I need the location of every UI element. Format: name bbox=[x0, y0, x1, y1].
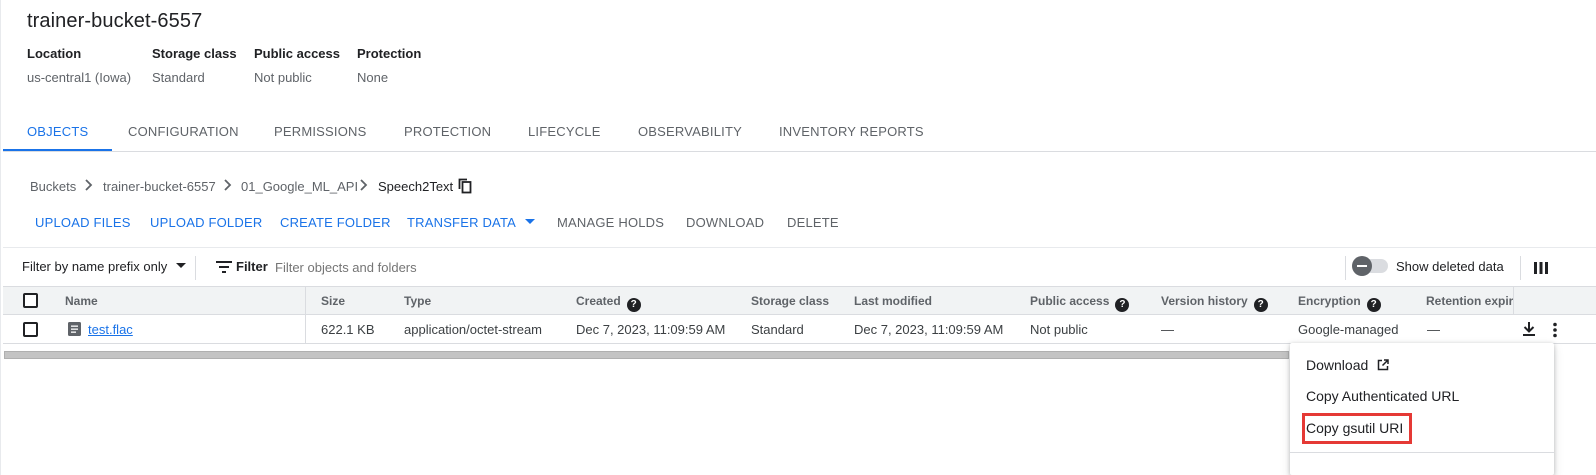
column-storage-class[interactable]: Storage class bbox=[751, 294, 829, 308]
file-created: Dec 7, 2023, 11:09:59 AM bbox=[576, 322, 726, 337]
column-public-access-label: Public access bbox=[1030, 294, 1110, 308]
divider bbox=[195, 256, 196, 280]
column-size[interactable]: Size bbox=[321, 294, 345, 308]
breadcrumb-buckets[interactable]: Buckets bbox=[30, 179, 76, 194]
table-row: test.flac 622.1 KB application/octet-str… bbox=[3, 315, 1596, 344]
left-edge bbox=[0, 0, 3, 475]
help-icon[interactable]: ? bbox=[1253, 298, 1268, 312]
manage-holds-button[interactable]: MANAGE HOLDS bbox=[557, 215, 664, 230]
tab-inventory-reports[interactable]: INVENTORY REPORTS bbox=[779, 116, 924, 151]
copy-icon[interactable] bbox=[458, 178, 472, 194]
chevron-right-icon bbox=[224, 179, 232, 191]
public-access-value: Not public bbox=[254, 70, 312, 85]
menu-item-download[interactable]: Download bbox=[1306, 357, 1389, 373]
file-name-link[interactable]: test.flac bbox=[88, 322, 133, 337]
location-label: Location bbox=[27, 46, 82, 61]
column-created[interactable]: Created? bbox=[576, 294, 641, 312]
select-all-checkbox[interactable] bbox=[23, 293, 38, 308]
upload-folder-button[interactable]: UPLOAD FOLDER bbox=[150, 215, 262, 230]
more-vert-icon[interactable] bbox=[1552, 322, 1558, 338]
create-folder-button[interactable]: CREATE FOLDER bbox=[280, 215, 391, 230]
divider bbox=[1345, 256, 1346, 280]
help-icon[interactable]: ? bbox=[1115, 298, 1130, 312]
breadcrumb-bucket[interactable]: trainer-bucket-6557 bbox=[103, 179, 216, 194]
file-public-access: Not public bbox=[1030, 322, 1088, 337]
column-divider bbox=[305, 315, 306, 344]
column-created-label: Created bbox=[576, 294, 621, 308]
file-encryption: Google-managed bbox=[1298, 322, 1399, 337]
file-icon bbox=[68, 322, 81, 336]
prefix-filter-label: Filter by name prefix only bbox=[22, 259, 168, 274]
menu-item-copy-authenticated-url[interactable]: Copy Authenticated URL bbox=[1306, 388, 1459, 404]
horizontal-scrollbar[interactable] bbox=[4, 351, 1289, 359]
protection-value: None bbox=[357, 70, 389, 85]
table-header: Name Size Type Created? Storage class La… bbox=[3, 287, 1596, 315]
download-icon[interactable] bbox=[1522, 321, 1536, 337]
storage-class-value: Standard bbox=[152, 70, 205, 85]
row-context-menu: Download Copy Authenticated URL Copy gsu… bbox=[1290, 343, 1554, 475]
menu-item-copy-gsutil-uri[interactable]: Copy gsutil URI bbox=[1306, 420, 1403, 436]
chevron-right-icon bbox=[85, 179, 93, 191]
filter-input[interactable] bbox=[275, 255, 775, 279]
tab-protection[interactable]: PROTECTION bbox=[404, 116, 491, 151]
column-version-history-label: Version history bbox=[1161, 294, 1248, 308]
protection-label: Protection bbox=[357, 46, 422, 61]
column-divider bbox=[305, 287, 306, 315]
column-name[interactable]: Name bbox=[65, 294, 98, 308]
download-button[interactable]: DOWNLOAD bbox=[686, 215, 764, 230]
tab-observability[interactable]: OBSERVABILITY bbox=[638, 116, 742, 151]
transfer-data-button[interactable]: TRANSFER DATA bbox=[407, 215, 536, 230]
column-encryption[interactable]: Encryption? bbox=[1298, 294, 1381, 312]
file-version-history: — bbox=[1161, 322, 1174, 337]
file-size: 622.1 KB bbox=[321, 322, 375, 337]
transfer-data-label: TRANSFER DATA bbox=[407, 215, 516, 230]
column-divider bbox=[1513, 287, 1514, 315]
help-icon[interactable]: ? bbox=[626, 298, 641, 312]
column-encryption-label: Encryption bbox=[1298, 294, 1361, 308]
tab-permissions[interactable]: PERMISSIONS bbox=[274, 116, 367, 151]
column-version-history[interactable]: Version history? bbox=[1161, 294, 1268, 312]
tab-bar: OBJECTS CONFIGURATION PERMISSIONS PROTEC… bbox=[3, 116, 1596, 152]
file-retention: — bbox=[1427, 322, 1440, 337]
tab-objects[interactable]: OBJECTS bbox=[3, 116, 113, 151]
caret-down-icon bbox=[175, 263, 186, 268]
help-icon[interactable]: ? bbox=[1366, 298, 1381, 312]
menu-download-label: Download bbox=[1306, 357, 1369, 373]
bucket-title: trainer-bucket-6557 bbox=[27, 10, 203, 32]
filter-label: Filter bbox=[236, 259, 268, 274]
caret-down-icon bbox=[525, 219, 536, 224]
column-type[interactable]: Type bbox=[404, 294, 431, 308]
toggle-knob bbox=[1352, 256, 1372, 276]
file-last-modified: Dec 7, 2023, 11:09:59 AM bbox=[854, 322, 1004, 337]
column-retention[interactable]: Retention expira bbox=[1426, 294, 1513, 308]
prefix-filter-select[interactable]: Filter by name prefix only bbox=[22, 259, 186, 274]
file-storage-class: Standard bbox=[751, 322, 804, 337]
open-in-new-icon bbox=[1377, 359, 1389, 371]
tab-lifecycle[interactable]: LIFECYCLE bbox=[528, 116, 601, 151]
column-display-icon[interactable] bbox=[1534, 262, 1548, 274]
breadcrumb-folder[interactable]: 01_Google_ML_API bbox=[241, 179, 358, 194]
divider bbox=[1520, 256, 1521, 280]
file-type: application/octet-stream bbox=[404, 322, 543, 337]
column-last-modified[interactable]: Last modified bbox=[854, 294, 932, 308]
tab-configuration[interactable]: CONFIGURATION bbox=[128, 116, 239, 151]
breadcrumb-current: Speech2Text bbox=[378, 179, 454, 194]
storage-class-label: Storage class bbox=[152, 46, 237, 61]
public-access-label: Public access bbox=[254, 46, 340, 61]
upload-files-button[interactable]: UPLOAD FILES bbox=[35, 215, 131, 230]
column-public-access[interactable]: Public access? bbox=[1030, 294, 1130, 312]
chevron-right-icon bbox=[360, 179, 368, 191]
row-checkbox[interactable] bbox=[23, 322, 38, 337]
show-deleted-label: Show deleted data bbox=[1396, 259, 1504, 274]
location-value: us-central1 (Iowa) bbox=[27, 70, 132, 85]
delete-button[interactable]: DELETE bbox=[787, 215, 839, 230]
filter-icon bbox=[216, 261, 232, 273]
menu-divider bbox=[1290, 452, 1554, 453]
